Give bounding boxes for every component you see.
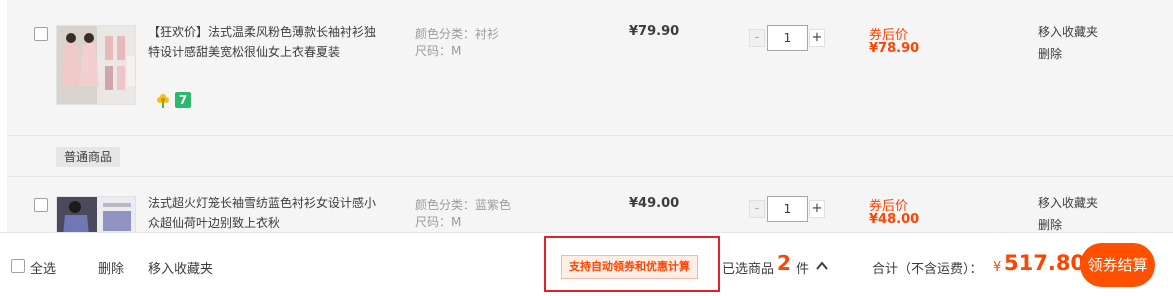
item-checkbox[interactable] [34,27,48,41]
batch-move-to-fav-button[interactable]: 移入收藏夹 [148,258,213,277]
move-to-fav-link[interactable]: 移入收藏夹 [1038,22,1098,42]
selected-items-label: 已选商品 [722,262,775,277]
item-sku-size: 尺码：M [415,44,462,58]
quantity-stepper: - 1 + [749,25,825,51]
auto-coupon-badge[interactable]: 支持自动领券和优惠计算 [561,255,698,279]
seven-day-return-icon: 7 [175,92,191,108]
qty-minus-button[interactable]: - [749,29,765,47]
cart-item: 【狂欢价】法式温柔风粉色薄款长袖衬衫独特设计感甜美宽松很仙女上衣春夏装 7 颜色… [7,0,1173,135]
item-title[interactable]: 法式超火灯笼长袖雪纺蓝色衬衫女设计感小众超仙荷叶边别致上衣秋 [148,193,383,233]
cart-page: 【狂欢价】法式温柔风粉色薄款长袖衬衫独特设计感甜美宽松很仙女上衣春夏装 7 颜色… [0,0,1173,296]
select-all-checkbox[interactable] [11,259,25,273]
qty-minus-button[interactable]: - [749,200,765,218]
item-thumbnail[interactable] [56,25,136,105]
item-price: ¥79.90 [629,24,680,39]
qty-plus-button[interactable]: + [809,200,825,218]
group-tag: 普通商品 [56,147,121,167]
divider [7,135,1173,136]
delete-link[interactable]: 删除 [1038,44,1062,64]
total-amount: 517.80 [1004,251,1086,275]
checkout-button[interactable]: 领券结算 [1080,243,1155,287]
caret-up-icon[interactable] [815,260,829,272]
item-price: ¥49.00 [629,196,680,211]
cart-item: 法式超火灯笼长袖雪纺蓝色衬衫女设计感小众超仙荷叶边别致上衣秋 颜色分类：蓝紫色 … [7,177,1173,276]
cart-footer-bar: 全选 删除 移入收藏夹 支持自动领券和优惠计算 已选商品 2 件 合计（不含运费… [0,232,1173,296]
cart-list: 【狂欢价】法式温柔风粉色薄款长袖衬衫独特设计感甜美宽松很仙女上衣春夏装 7 颜色… [7,0,1173,276]
quantity-stepper: - 1 + [749,196,825,222]
qty-input[interactable]: 1 [767,25,808,51]
currency-symbol: ¥ [993,260,1002,275]
qty-input[interactable]: 1 [767,196,808,222]
item-sku-size: 尺码：M [415,215,462,229]
select-all-label[interactable]: 全选 [30,258,56,277]
selected-unit: 件 [796,262,810,277]
total-label: 合计（不含运费）： [872,262,983,277]
selected-count: 2 [777,251,791,275]
coupon-price: ¥78.90 [869,41,920,56]
batch-delete-button[interactable]: 删除 [98,258,124,277]
item-title[interactable]: 【狂欢价】法式温柔风粉色薄款长袖衬衫独特设计感甜美宽松很仙女上衣春夏装 [148,22,383,62]
item-checkbox[interactable] [34,198,48,212]
coupon-price: ¥48.00 [869,212,920,227]
move-to-fav-link[interactable]: 移入收藏夹 [1038,193,1098,213]
qty-plus-button[interactable]: + [809,29,825,47]
flower-icon [157,94,169,108]
